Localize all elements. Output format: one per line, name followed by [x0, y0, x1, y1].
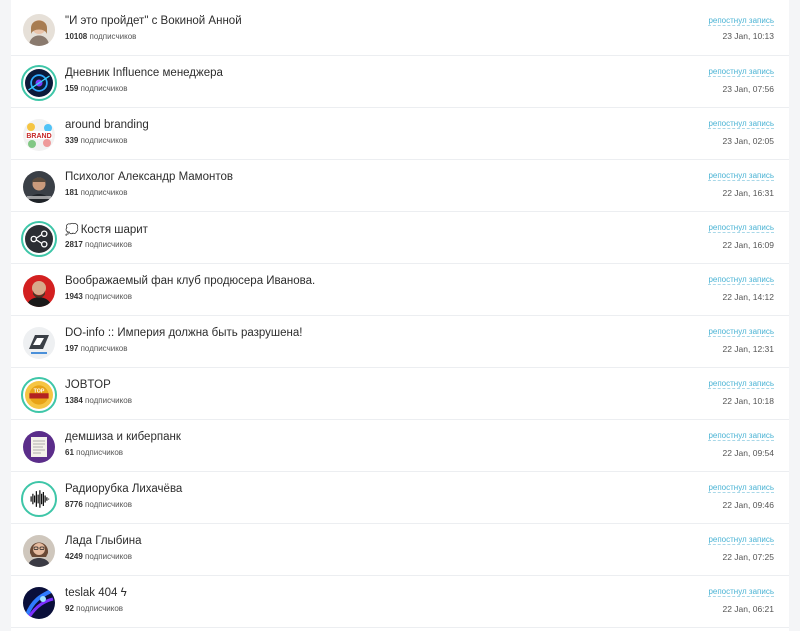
avatar[interactable]	[23, 275, 55, 307]
list-item[interactable]: teslak 404 ϟ 92 подписчиков репостнул за…	[11, 576, 789, 628]
list-item[interactable]: Дневник Influence менеджера 159 подписчи…	[11, 56, 789, 108]
avatar[interactable]	[23, 535, 55, 567]
channel-title[interactable]: teslak 404 ϟ	[65, 587, 127, 599]
timestamp: 23 Jan, 10:13	[722, 31, 774, 41]
subscriber-count: 4249 подписчиков	[65, 552, 132, 561]
list-item[interactable]: Лада Глыбина 4249 подписчиков репостнул …	[11, 524, 789, 576]
list-item[interactable]: DO-info :: Империя должна быть разрушена…	[11, 316, 789, 368]
svg-text:BRAND: BRAND	[26, 133, 51, 140]
avatar[interactable]	[21, 481, 57, 517]
repost-link[interactable]: репостнул запись	[708, 171, 774, 181]
subscriber-count: 61 подписчиков	[65, 448, 124, 457]
repost-link[interactable]: репостнул запись	[708, 587, 774, 597]
timestamp: 22 Jan, 10:18	[722, 396, 774, 406]
channel-title[interactable]: демшиза и киберпанк	[65, 431, 181, 443]
channel-title[interactable]: JOBTOP	[65, 379, 111, 391]
list-item[interactable]: 💭 Костя шарит 2817 подписчиков репостнул …	[11, 212, 789, 264]
timestamp: 22 Jan, 09:46	[722, 500, 774, 510]
subscriber-count: 181 подписчиков	[65, 188, 128, 197]
subscriber-count: 197 подписчиков	[65, 344, 128, 353]
subscriber-count: 92 подписчиков	[65, 604, 124, 613]
repost-link[interactable]: репостнул запись	[708, 16, 774, 26]
subscriber-count: 1384 подписчиков	[65, 396, 132, 405]
channel-title[interactable]: Лада Глыбина	[65, 535, 142, 547]
list-item[interactable]: BRAND around branding 339 подписчиков ре…	[11, 108, 789, 160]
share-logo-icon	[25, 225, 53, 253]
timestamp: 22 Jan, 16:09	[722, 240, 774, 250]
repost-link[interactable]: репостнул запись	[708, 223, 774, 233]
avatar[interactable]	[21, 221, 57, 257]
timestamp: 22 Jan, 16:31	[722, 188, 774, 198]
subscriber-count: 2817 подписчиков	[65, 240, 132, 249]
repost-link[interactable]: репостнул запись	[708, 275, 774, 285]
document-image-icon	[23, 431, 55, 463]
thought-bubble-icon: 💭	[65, 224, 79, 236]
timestamp: 22 Jan, 07:25	[722, 552, 774, 562]
emblem-logo-icon	[23, 327, 55, 359]
timestamp: 23 Jan, 07:56	[722, 84, 774, 94]
channel-title[interactable]: around branding	[65, 119, 149, 131]
repost-link[interactable]: репостнул запись	[708, 535, 774, 545]
svg-text:TOP: TOP	[34, 388, 45, 394]
brand-logo-icon: BRAND	[23, 119, 55, 151]
avatar[interactable]	[23, 327, 55, 359]
neon-blue-image-icon	[23, 587, 55, 619]
channel-title[interactable]: Радиорубка Лихачёва	[65, 483, 182, 495]
avatar[interactable]	[23, 14, 55, 46]
abstract-blue-logo-icon	[25, 69, 53, 97]
subscriber-count: 8776 подписчиков	[65, 500, 132, 509]
avatar[interactable]	[23, 431, 55, 463]
channel-title[interactable]: Дневник Influence менеджера	[65, 67, 223, 79]
timestamp: 22 Jan, 12:31	[722, 344, 774, 354]
person-photo-icon	[23, 14, 55, 46]
person-photo-icon	[23, 171, 55, 203]
channel-title[interactable]: 💭 Костя шарит	[65, 223, 148, 236]
list-item[interactable]: Радиорубка Лихачёва 8776 подписчиков реп…	[11, 472, 789, 524]
repost-link[interactable]: репостнул запись	[708, 119, 774, 129]
person-photo-icon	[23, 535, 55, 567]
soundwave-logo-icon	[25, 485, 53, 513]
subscriber-count: 1943 подписчиков	[65, 292, 132, 301]
avatar[interactable]: BRAND	[23, 119, 55, 151]
timestamp: 22 Jan, 09:54	[722, 448, 774, 458]
list-item[interactable]: Воображаемый фан клуб продюсера Иванова.…	[11, 264, 789, 316]
list-item[interactable]: Психолог Александр Мамонтов 181 подписчи…	[11, 160, 789, 212]
avatar[interactable]	[23, 587, 55, 619]
channel-title[interactable]: Психолог Александр Мамонтов	[65, 171, 233, 183]
avatar[interactable]: TOP	[21, 377, 57, 413]
top-badge-icon: TOP	[25, 381, 53, 409]
avatar[interactable]	[23, 171, 55, 203]
repost-link[interactable]: репостнул запись	[708, 67, 774, 77]
channel-title[interactable]: DO-info :: Империя должна быть разрушена…	[65, 327, 302, 339]
repost-link[interactable]: репостнул запись	[708, 327, 774, 337]
timestamp: 23 Jan, 02:05	[722, 136, 774, 146]
person-photo-icon	[23, 275, 55, 307]
repost-link[interactable]: репостнул запись	[708, 431, 774, 441]
repost-list: "И это пройдет" с Вокиной Анной 10108 по…	[11, 0, 789, 631]
subscriber-count: 339 подписчиков	[65, 136, 128, 145]
repost-link[interactable]: репостнул запись	[708, 483, 774, 493]
timestamp: 22 Jan, 14:12	[722, 292, 774, 302]
avatar[interactable]	[21, 65, 57, 101]
list-item[interactable]: "И это пройдет" с Вокиной Анной 10108 по…	[11, 0, 789, 56]
timestamp: 22 Jan, 06:21	[722, 604, 774, 614]
channel-title[interactable]: "И это пройдет" с Вокиной Анной	[65, 15, 242, 27]
subscriber-count: 10108 подписчиков	[65, 32, 137, 41]
repost-link[interactable]: репостнул запись	[708, 379, 774, 389]
list-item[interactable]: демшиза и киберпанк 61 подписчиков репос…	[11, 420, 789, 472]
list-item[interactable]: TOP JOBTOP 1384 подписчиков репостнул за…	[11, 368, 789, 420]
subscriber-count: 159 подписчиков	[65, 84, 128, 93]
channel-title[interactable]: Воображаемый фан клуб продюсера Иванова.	[65, 275, 315, 287]
